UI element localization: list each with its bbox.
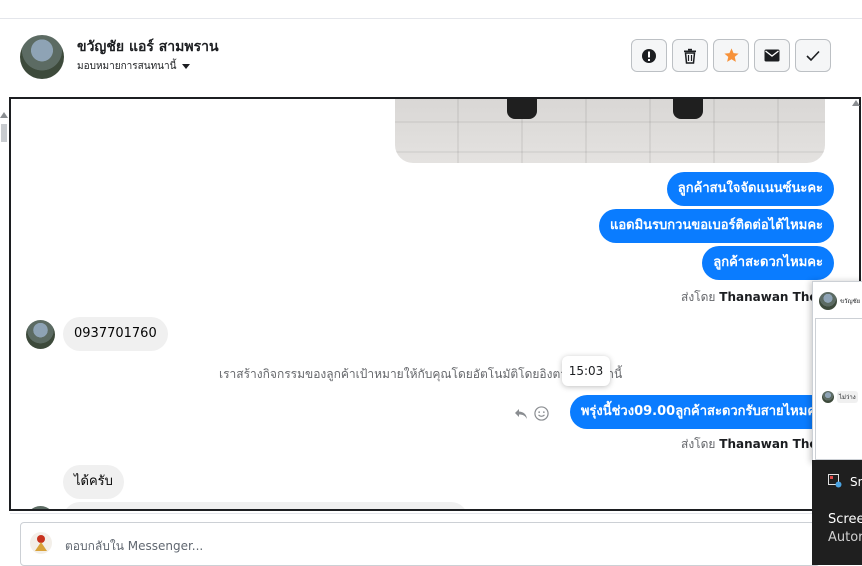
top-bar [0, 0, 862, 19]
emoji-icon[interactable] [534, 406, 549, 421]
preview-row-text: ไม่ว่าง [837, 391, 858, 403]
sent-by-prefix: ส่งโดย [681, 290, 716, 304]
incoming-message[interactable]: ได้ครับ [63, 465, 124, 499]
report-spam-button[interactable] [631, 39, 667, 72]
left-scroll-up-icon[interactable] [0, 112, 8, 118]
exclamation-icon [642, 48, 656, 63]
photo-tire-left [507, 99, 537, 119]
contact-avatar-small[interactable] [26, 320, 55, 349]
checkmark-icon [806, 50, 820, 61]
assign-label: มอบหมายการสนทนานี้ [77, 61, 177, 72]
message-thread[interactable]: ลูกค้าสนใจจัดแนนซ์นะคะ แอดมินรบกวนขอเบอร… [9, 97, 861, 511]
header-actions [631, 39, 831, 72]
system-note-text: เราสร้างกิจกรรมของลูกค้าเป้าหมายให้กับคุ… [219, 367, 568, 381]
assign-conversation-dropdown[interactable]: มอบหมายการสนทนานี้ [77, 59, 191, 74]
outgoing-message[interactable]: ลูกค้าสนใจจัดแนนซ์นะคะ [666, 172, 834, 206]
caret-down-icon [182, 64, 191, 69]
snip-notification[interactable]: Sn Scree Autor [812, 460, 862, 565]
sent-by-label: ส่งโดย Thanawan Thon [681, 435, 826, 454]
preview-avatar [819, 292, 837, 310]
incoming-message[interactable]: 0937701760 [63, 317, 168, 351]
sent-by-prefix: ส่งโดย [681, 437, 716, 451]
page-logo-icon [30, 532, 52, 554]
star-button[interactable] [713, 39, 749, 72]
sent-by-name: Thanawan Thon [719, 437, 827, 451]
mark-done-button[interactable] [795, 39, 831, 72]
reply-placeholder: ตอบกลับใน Messenger... [65, 539, 204, 553]
outgoing-message[interactable]: พรุ่งนี้ช่วง09.00ลูกค้าสะดวกรับสายไหมคะ [569, 395, 834, 429]
star-icon [723, 48, 739, 62]
contact-name[interactable]: ขวัญชัย แอร์ สามพราน [77, 36, 219, 58]
timestamp-tooltip: 15:03 [562, 356, 610, 386]
trash-icon [684, 48, 696, 64]
right-scroll-up-icon[interactable] [852, 100, 860, 106]
floating-chat-preview[interactable]: ขวัญชัย ไม่ว่าง [812, 281, 862, 463]
conversation-header: ขวัญชัย แอร์ สามพราน มอบหมายการสนทนานี้ [10, 19, 862, 97]
preview-row: ไม่ว่าง [822, 391, 858, 403]
envelope-icon [764, 49, 780, 62]
reply-icon[interactable] [514, 408, 528, 420]
outgoing-message[interactable]: ลูกค้าสะดวกไหมคะ [702, 246, 834, 280]
outgoing-message[interactable]: แอดมินรบกวนขอเบอร์ติดต่อได้ไหมคะ [598, 209, 834, 243]
compose-area: ตอบกลับใน Messenger... [10, 513, 862, 566]
shared-car-photo[interactable] [395, 99, 825, 163]
preview-row-text: ขวัญชัย [840, 298, 861, 305]
preview-row: ขวัญชัย [819, 292, 860, 310]
contact-avatar[interactable] [20, 35, 64, 79]
snip-line1: Scree [828, 512, 862, 527]
left-scrollbar-thumb[interactable] [1, 124, 7, 142]
incoming-message-partial[interactable] [63, 502, 468, 509]
snip-line2: Autor [828, 530, 862, 545]
snip-app-name: Sn [850, 475, 862, 489]
preview-avatar [822, 391, 834, 403]
sent-by-label: ส่งโดย Thanawan Thon [681, 288, 826, 307]
page-avatar [29, 531, 53, 555]
mark-unread-button[interactable] [754, 39, 790, 72]
photo-tire-right [673, 99, 703, 119]
preview-panel-inner: ไม่ว่าง [815, 318, 862, 460]
delete-button[interactable] [672, 39, 708, 72]
contact-avatar-small[interactable] [26, 506, 55, 509]
photo-floor [395, 99, 825, 163]
reply-input[interactable]: ตอบกลับใน Messenger... [20, 522, 820, 566]
sent-by-name: Thanawan Thon [719, 290, 827, 304]
message-hover-actions [514, 406, 549, 421]
snipping-tool-icon [828, 474, 842, 488]
